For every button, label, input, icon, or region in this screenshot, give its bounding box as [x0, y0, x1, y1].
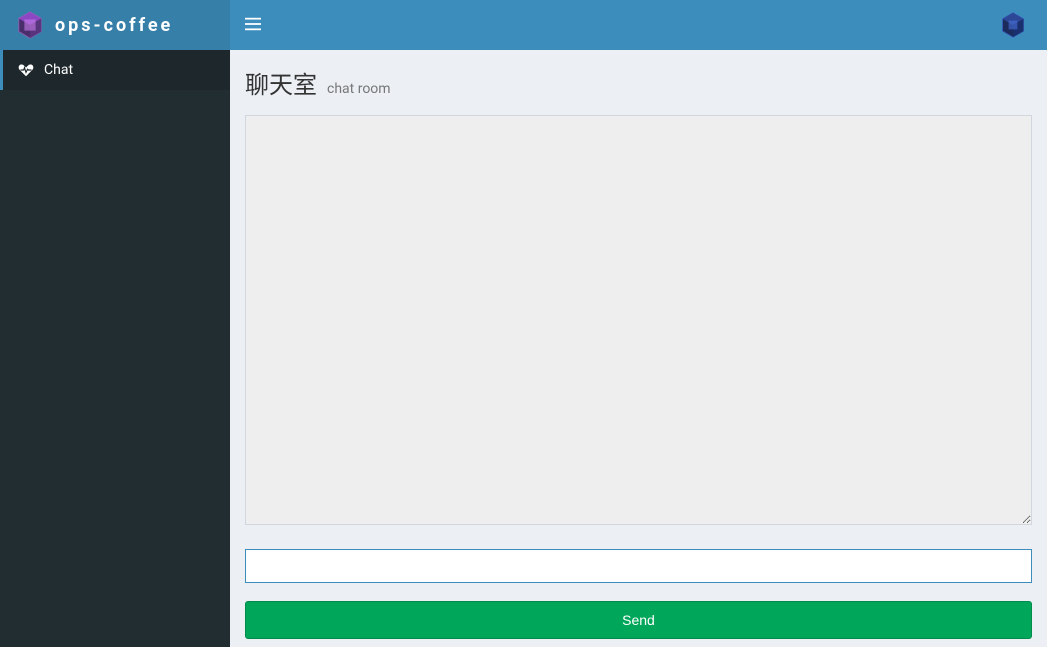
main-content: 聊天室 chat room Send — [230, 50, 1047, 647]
logo-text: ops-coffee — [55, 15, 173, 36]
send-button[interactable]: Send — [245, 601, 1032, 639]
chat-log-textarea[interactable] — [245, 115, 1032, 525]
page-subtitle: chat room — [327, 81, 391, 97]
logo-section[interactable]: ops-coffee — [0, 0, 230, 50]
heartbeat-icon — [18, 62, 34, 78]
sidebar-item-label: Chat — [44, 62, 73, 78]
sidebar-item-chat[interactable]: Chat — [0, 50, 230, 90]
header-right — [999, 11, 1047, 39]
menu-toggle-button[interactable] — [230, 0, 276, 50]
user-avatar-icon[interactable] — [999, 11, 1027, 39]
header: ops-coffee — [0, 0, 1047, 50]
page-header: 聊天室 chat room — [245, 65, 1032, 100]
sidebar: Chat — [0, 50, 230, 647]
content-wrapper: Chat 聊天室 chat room Send — [0, 50, 1047, 647]
hamburger-icon — [245, 16, 261, 35]
message-input[interactable] — [245, 549, 1032, 583]
page-title: 聊天室 — [245, 65, 317, 100]
logo-icon — [15, 10, 45, 40]
